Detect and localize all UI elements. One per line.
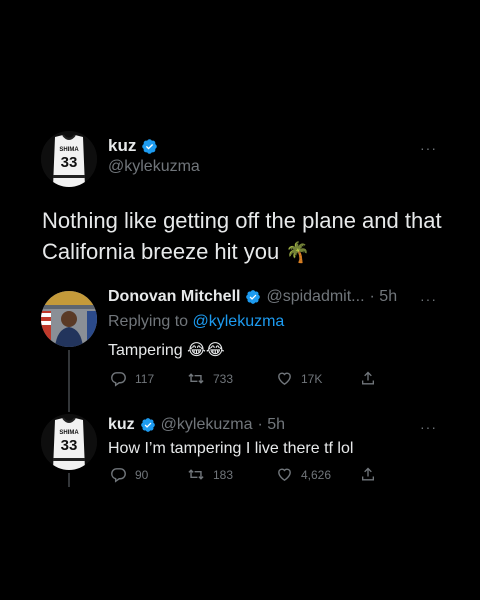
heart-icon [278, 468, 291, 482]
retweet-count: 733 [213, 371, 234, 386]
jersey-brand-text: SHIMA [59, 147, 79, 153]
handle[interactable]: @kylekuzma [161, 416, 253, 434]
avatar[interactable]: SHIMA 33 [41, 414, 97, 470]
more-options-icon[interactable]: ··· [420, 291, 437, 307]
retweet-button[interactable]: 733 [187, 370, 233, 387]
share-icon [362, 371, 374, 385]
verified-badge-icon [140, 418, 155, 432]
reply-text: Tampering 😂😂 [108, 340, 225, 360]
reply-text: How I’m tampering I live there tf lol [108, 440, 354, 457]
jersey-avatar-image: SHIMA 33 [41, 131, 97, 187]
retweet-icon [188, 373, 204, 384]
reply-icon [111, 468, 126, 483]
avatar[interactable]: SHIMA 33 [41, 131, 97, 187]
replying-to-label: Replying to [108, 313, 189, 330]
handle[interactable]: @kylekuzma [108, 158, 200, 176]
donovan-avatar-image [41, 291, 97, 347]
reply-button[interactable]: 90 [110, 466, 148, 483]
more-options-icon[interactable]: ··· [420, 419, 437, 435]
handle[interactable]: @spidadmit... [266, 288, 364, 306]
jersey-avatar-image: SHIMA 33 [41, 414, 97, 470]
palm-tree-emoji: 🌴 [285, 242, 311, 264]
like-button[interactable]: 4,626 [276, 466, 331, 483]
like-count: 17K [301, 371, 323, 386]
replying-to-handle[interactable]: @kylekuzma [193, 313, 285, 330]
like-button[interactable]: 17K [276, 370, 322, 387]
jersey-number-text: 33 [61, 437, 78, 454]
reply-icon [111, 372, 126, 387]
tweet-text-body: Nothing like getting off the plane and t… [42, 208, 442, 264]
retweet-button[interactable]: 183 [187, 466, 233, 483]
verified-badge-icon [142, 138, 158, 154]
share-button[interactable] [360, 466, 376, 483]
share-button[interactable] [360, 370, 376, 387]
display-name[interactable]: Donovan Mitchell [108, 288, 240, 306]
timestamp[interactable]: · 5h [370, 288, 398, 306]
thread-line [68, 473, 70, 487]
tweet-text: Nothing like getting off the plane and t… [42, 205, 452, 269]
avatar[interactable] [41, 291, 97, 347]
reply-count: 117 [135, 371, 155, 386]
timestamp[interactable]: · 5h [258, 416, 286, 434]
more-options-icon[interactable]: ··· [420, 140, 437, 156]
laughing-emoji: 😂😂 [187, 342, 225, 359]
display-name[interactable]: kuz [108, 416, 135, 434]
jersey-brand-text: SHIMA [59, 430, 79, 436]
retweet-count: 183 [213, 467, 234, 482]
reply-count: 90 [135, 467, 149, 482]
jersey-number-text: 33 [61, 154, 78, 171]
like-count: 4,626 [301, 467, 332, 482]
heart-icon [278, 372, 291, 386]
verified-badge-icon [246, 290, 261, 304]
reply-button[interactable]: 117 [110, 370, 154, 387]
display-name[interactable]: kuz [108, 136, 136, 156]
replying-to: Replying to @kylekuzma [108, 313, 284, 331]
thread-line [68, 350, 70, 412]
retweet-icon [188, 469, 204, 480]
reply-text-body: Tampering [108, 342, 183, 359]
share-icon [362, 467, 374, 481]
